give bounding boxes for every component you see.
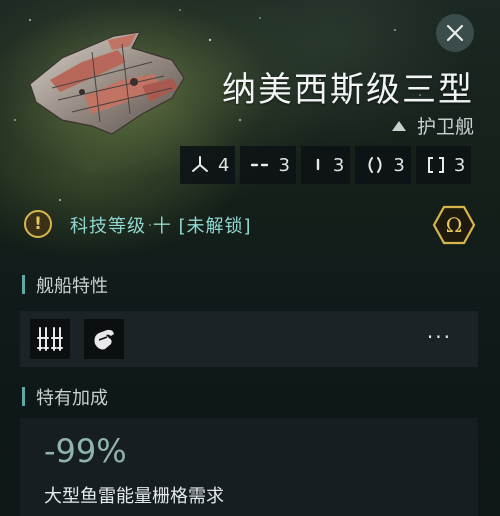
ship-name: 纳美西斯级三型	[222, 70, 474, 110]
slot-mid: 3	[300, 146, 351, 184]
frigate-class-icon	[391, 120, 406, 131]
ship-class: 护卫舰	[391, 112, 474, 139]
slot-rig: 3	[415, 146, 472, 184]
more-options-button[interactable]: ···	[427, 325, 452, 349]
slot-turret-count: 4	[218, 154, 230, 176]
turret-hardpoint-icon	[192, 156, 208, 172]
slot-high: 3	[240, 146, 296, 184]
ship-class-label: 护卫舰	[416, 116, 474, 138]
trait-grab[interactable]	[84, 319, 124, 359]
slot-turret: 4	[180, 146, 236, 184]
omega-glyph: Ω	[446, 213, 463, 237]
tech-level-row: ! 科技等级 十 [未解锁] Ω	[24, 205, 480, 247]
slot-mid-count: 3	[332, 154, 345, 176]
slot-low: 3	[355, 146, 411, 184]
fitting-slots: 4 3 3 3 3	[180, 146, 472, 184]
torpedo-launcher-icon	[37, 327, 63, 351]
mid-slot-icon	[316, 158, 320, 171]
high-slot-icon	[251, 163, 269, 167]
bonus-section-title: 特有加成	[22, 384, 108, 410]
omega-button[interactable]: Ω	[432, 203, 476, 247]
slot-high-count: 3	[278, 154, 290, 176]
low-slot-icon	[368, 157, 382, 173]
bonus-value: -99%	[44, 432, 127, 470]
close-button[interactable]	[436, 14, 474, 52]
traits-section-title: 舰船特性	[22, 272, 108, 298]
rig-slot-icon	[427, 157, 444, 173]
bonus-panel: -99% 大型鱼雷能量栅格需求	[20, 418, 478, 516]
slot-rig-count: 3	[453, 154, 466, 176]
slot-low-count: 3	[393, 154, 405, 176]
trait-torpedo[interactable]	[30, 319, 70, 359]
omega-icon: Ω	[432, 205, 476, 245]
warning-icon: !	[24, 210, 52, 238]
traits-panel: ···	[20, 311, 478, 367]
close-icon	[446, 24, 464, 42]
ship-render	[29, 31, 185, 135]
hand-grab-icon	[94, 329, 114, 350]
tech-level-label: 科技等级 十 [未解锁]	[70, 216, 252, 237]
bonus-description: 大型鱼雷能量栅格需求	[44, 486, 224, 507]
